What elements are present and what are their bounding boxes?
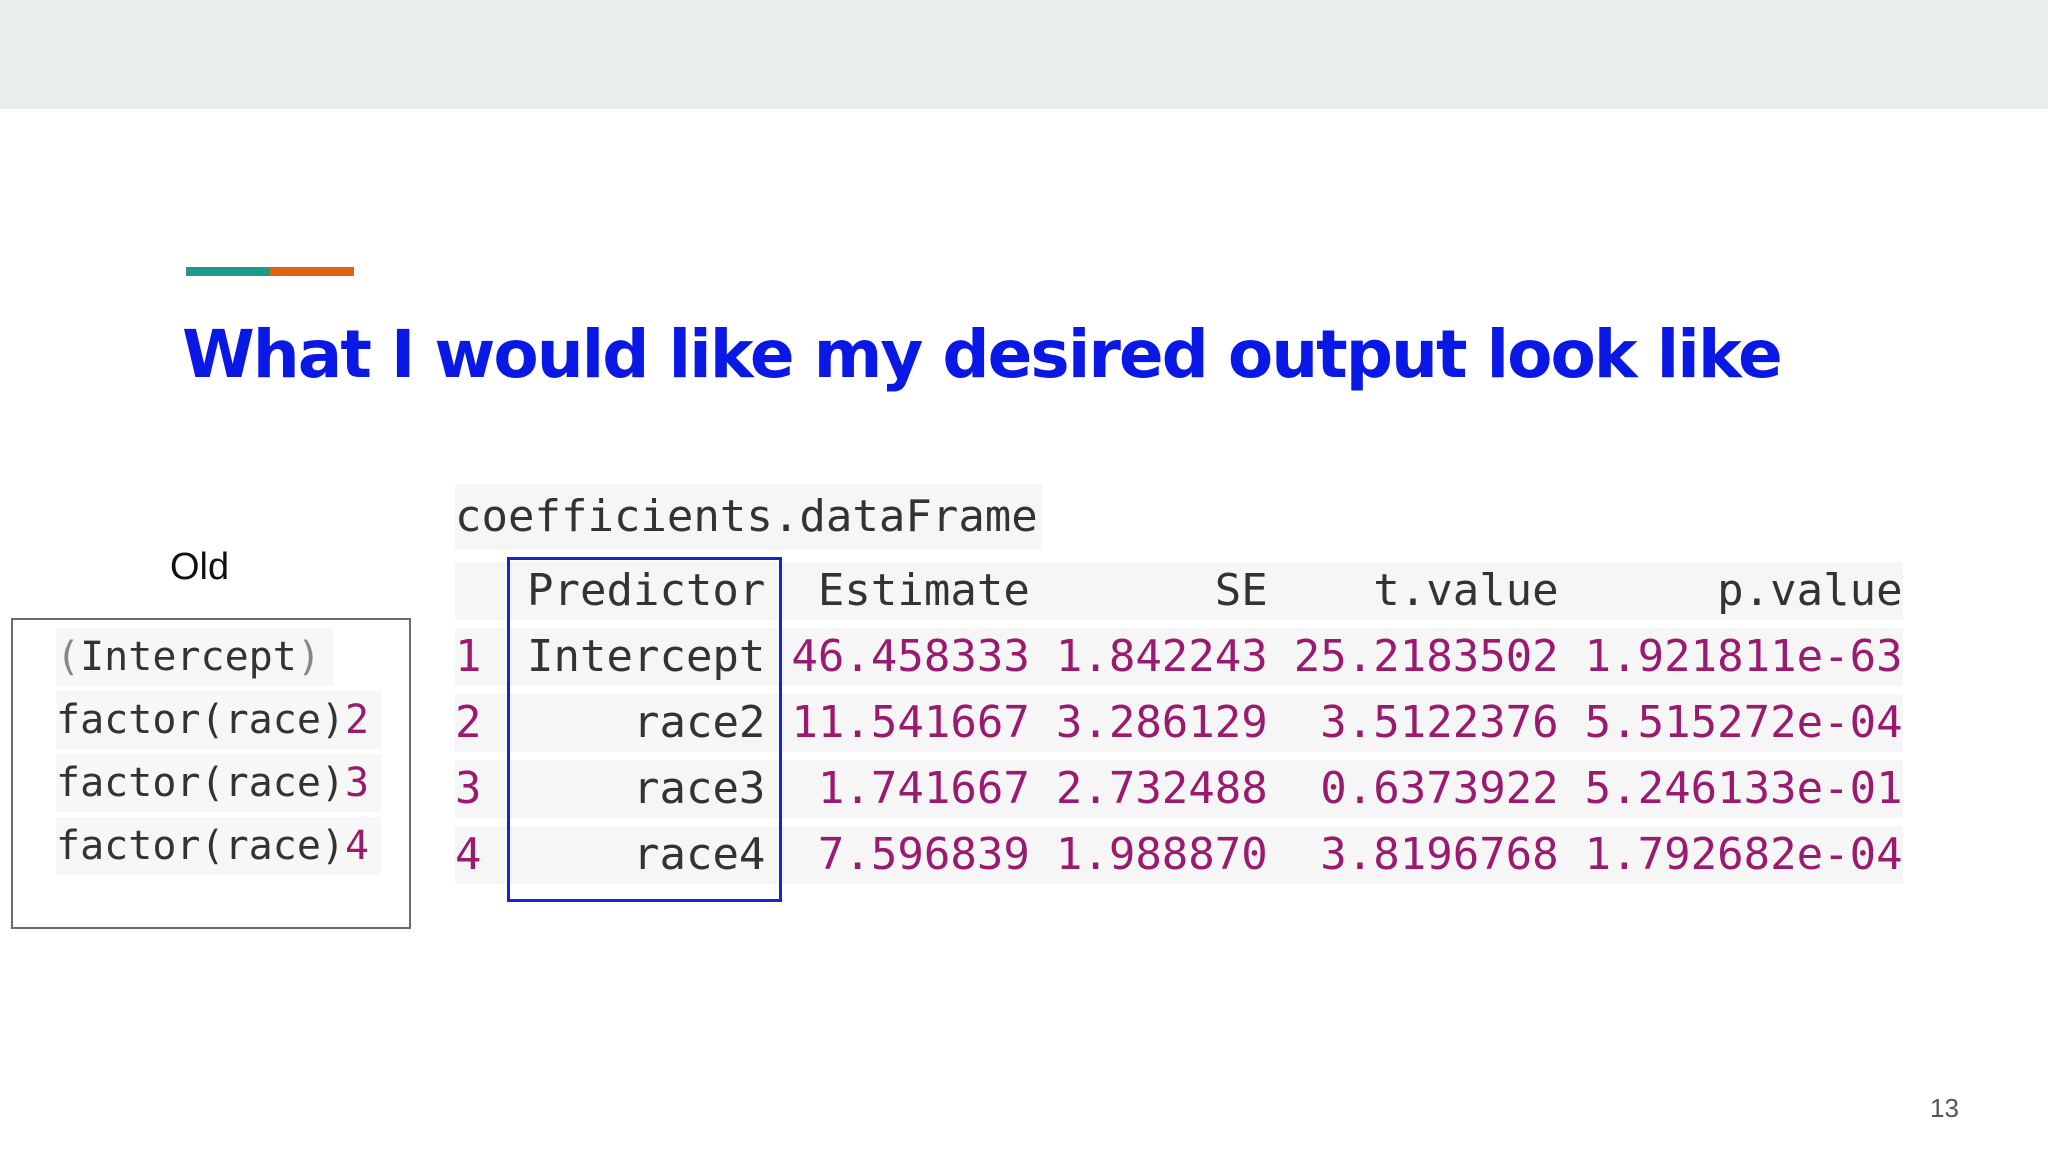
page-number: 13 [1930, 1093, 1959, 1123]
table-header-row: Predictor Estimate SE t.value p.value [455, 562, 1903, 620]
cell-se: 3.286129 [1029, 694, 1268, 752]
cell-predictor: race3 [501, 760, 766, 818]
coefficients-table: Predictor Estimate SE t.value p.value 1 … [455, 554, 1903, 892]
old-line-race4: factor(race)4 [56, 817, 382, 875]
cell-se: 1.842243 [1029, 628, 1268, 686]
cell-predictor: race2 [501, 694, 766, 752]
old-line-open: ( [56, 634, 81, 680]
accent-bar-orange [270, 267, 354, 276]
old-output-box: (Intercept) factor(race)2 factor(race)3 … [11, 618, 411, 929]
cell-se: 1.988870 [1029, 826, 1268, 884]
cell-t-value: 3.8196768 [1267, 826, 1559, 884]
old-line-open: factor( [56, 823, 225, 869]
old-line-text: race [224, 697, 321, 743]
cell-p-value: 1.792682e-04 [1558, 826, 1903, 884]
cell-estimate: 1.741667 [765, 760, 1030, 818]
row-index: 1 [455, 628, 501, 686]
old-line-intercept: (Intercept) [56, 628, 333, 686]
slide-title: What I would like my desired output look… [182, 316, 1783, 393]
row-index: 3 [455, 760, 501, 818]
old-line-close: ) [296, 634, 321, 680]
header-t-value: t.value [1267, 562, 1559, 620]
slide-top-bar [0, 0, 2048, 109]
header-p-value: p.value [1558, 562, 1903, 620]
accent-bar-teal [186, 267, 270, 276]
row-index: 4 [455, 826, 501, 884]
old-line-suffix: 3 [345, 760, 370, 806]
row-index: 2 [455, 694, 501, 752]
old-line-open: factor( [56, 760, 225, 806]
header-predictor: Predictor [501, 562, 766, 620]
old-line-text: Intercept [80, 634, 297, 680]
cell-se: 2.732488 [1029, 760, 1268, 818]
table-row: 1 Intercept 46.458333 1.842243 25.218350… [455, 628, 1903, 686]
header-estimate: Estimate [765, 562, 1030, 620]
table-row: 2 race2 11.541667 3.286129 3.5122376 5.5… [455, 694, 1903, 752]
header-se: SE [1029, 562, 1268, 620]
table-row: 4 race4 7.596839 1.988870 3.8196768 1.79… [455, 826, 1903, 884]
cell-p-value: 5.246133e-01 [1558, 760, 1903, 818]
cell-t-value: 3.5122376 [1267, 694, 1559, 752]
old-line-race3: factor(race)3 [56, 754, 382, 812]
old-line-text: race [224, 823, 321, 869]
cell-estimate: 11.541667 [765, 694, 1030, 752]
header-index [455, 562, 501, 620]
cell-t-value: 25.2183502 [1267, 628, 1559, 686]
old-line-close: ) [320, 823, 345, 869]
cell-estimate: 46.458333 [765, 628, 1030, 686]
table-row: 3 race3 1.741667 2.732488 0.6373922 5.24… [455, 760, 1903, 818]
cell-predictor: race4 [501, 826, 766, 884]
old-label: Old [170, 546, 230, 588]
old-line-close: ) [320, 760, 345, 806]
cell-t-value: 0.6373922 [1267, 760, 1559, 818]
dataframe-name: coefficients.dataFrame [455, 484, 1042, 550]
cell-estimate: 7.596839 [765, 826, 1030, 884]
old-line-race2: factor(race)2 [56, 691, 382, 749]
old-line-suffix: 4 [345, 823, 370, 869]
old-line-close: ) [320, 697, 345, 743]
cell-p-value: 5.515272e-04 [1558, 694, 1903, 752]
old-line-open: factor( [56, 697, 225, 743]
old-line-suffix: 2 [345, 697, 370, 743]
old-line-text: race [224, 760, 321, 806]
cell-p-value: 1.921811e-63 [1558, 628, 1903, 686]
cell-predictor: Intercept [501, 628, 766, 686]
